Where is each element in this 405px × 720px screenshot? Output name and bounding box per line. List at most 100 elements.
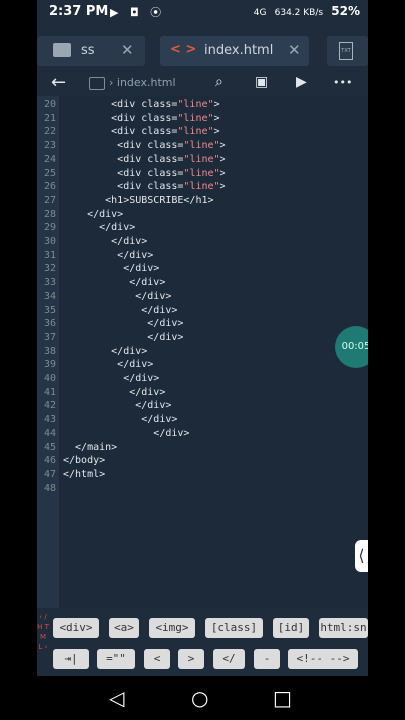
nav-home-icon[interactable]: ○ — [191, 686, 208, 710]
line-number: 21 — [43, 112, 56, 124]
folder-icon[interactable] — [89, 77, 105, 90]
code-text: <div class="line"> — [63, 99, 220, 110]
line-number: 40 — [43, 373, 56, 384]
code-line[interactable]: 42 </div> — [37, 399, 368, 413]
code-text: <div class="line"> — [63, 126, 220, 138]
file-tab-bar: ss ✕ < > index.html ✕ TXT — [37, 24, 368, 72]
code-line[interactable]: 45 </main> — [37, 441, 368, 455]
code-text: </div> — [63, 249, 154, 261]
symbol-dash-button[interactable]: - — [254, 649, 280, 669]
tab-text-file[interactable]: TXT — [327, 36, 368, 66]
code-line[interactable]: 22 <div class="line"> — [37, 125, 368, 139]
line-number: 32 — [43, 263, 56, 275]
line-number: 37 — [43, 331, 56, 343]
symbol-html-snippet-button[interactable]: html:sn — [319, 618, 368, 638]
symbol-tab-button[interactable]: ⇥| — [53, 649, 89, 669]
code-text: </div> — [63, 208, 124, 220]
code-line[interactable]: 46 </body> — [37, 454, 368, 468]
line-number: 43 — [43, 414, 56, 426]
code-line[interactable]: 34 </div> — [37, 290, 368, 304]
tab-previous-file[interactable]: ss ✕ — [37, 36, 145, 66]
code-text: </div> — [63, 345, 148, 357]
breadcrumb[interactable]: › index.html — [109, 76, 176, 89]
line-number: 45 — [43, 441, 56, 453]
code-text: </div> — [63, 304, 178, 316]
symbol-gt-button[interactable]: > — [178, 649, 204, 669]
back-arrow-icon[interactable]: ← — [51, 72, 66, 93]
line-number: 48 — [43, 482, 56, 494]
code-text: </div> — [63, 386, 166, 398]
line-number: 28 — [43, 208, 56, 220]
code-text: </div> — [63, 263, 160, 275]
more-options-icon[interactable]: ••• — [333, 76, 352, 89]
code-text: <div class="line"> — [63, 181, 226, 193]
code-line[interactable]: 33 </div> — [37, 276, 368, 290]
code-line[interactable]: 40 </div> — [37, 372, 368, 386]
symbol-comment-button[interactable]: <!-- --> — [288, 649, 358, 669]
side-drawer-handle[interactable]: ⟨ — [355, 540, 368, 572]
code-line[interactable]: 44 </div> — [37, 427, 368, 441]
code-text: <div class="line"> — [63, 153, 226, 165]
symbol-div-button[interactable]: <div> — [53, 618, 99, 638]
code-line[interactable]: 23 <div class="line"> — [37, 139, 368, 153]
line-number: 44 — [43, 427, 56, 439]
symbol-img-button[interactable]: <img> — [149, 618, 195, 638]
line-number: 47 — [43, 468, 56, 480]
code-line[interactable]: 24 <div class="line"> — [37, 153, 368, 167]
code-line[interactable]: 27 <h1>SUBSCRIBE</h1> — [37, 194, 368, 208]
html-mode-label: ‹ / H T M L › — [37, 613, 49, 651]
code-line[interactable]: 43 </div> — [37, 413, 368, 427]
code-line[interactable]: 28 </div> — [37, 208, 368, 222]
symbol-close-tag-button[interactable]: </ — [213, 649, 245, 669]
line-number: 42 — [43, 400, 56, 412]
code-text: </main> — [63, 441, 118, 453]
line-number: 46 — [43, 455, 56, 467]
code-text: <div class="line"> — [63, 112, 220, 124]
code-line[interactable]: 32 </div> — [37, 262, 368, 276]
nav-back-icon[interactable]: ◁ — [109, 686, 124, 710]
line-number: 39 — [43, 359, 56, 371]
symbol-lt-button[interactable]: < — [144, 649, 170, 669]
code-line[interactable]: 26 <div class="line"> — [37, 180, 368, 194]
code-editor[interactable]: 20 <div class="line"> 21 <div class="line… — [37, 96, 368, 608]
code-line[interactable]: 35 </div> — [37, 304, 368, 318]
line-number: 23 — [43, 140, 56, 152]
code-text: </div> — [63, 222, 136, 234]
line-number: 27 — [43, 194, 56, 206]
code-line[interactable]: 25 <div class="line"> — [37, 167, 368, 181]
nav-recents-icon[interactable]: □ — [273, 686, 292, 710]
code-line[interactable]: 31 </div> — [37, 249, 368, 263]
code-line[interactable]: 38 </div> — [37, 345, 368, 359]
code-line[interactable]: 48 — [37, 482, 368, 496]
symbol-a-button[interactable]: <a> — [109, 618, 139, 638]
folder-icon[interactable] — [53, 43, 71, 57]
symbol-class-button[interactable]: [class] — [205, 618, 263, 638]
code-text: </div> — [63, 400, 172, 412]
tab-index-html[interactable]: < > index.html ✕ — [160, 36, 309, 66]
tab-label: ss — [81, 43, 95, 58]
code-line[interactable]: 21 <div class="line"> — [37, 112, 368, 126]
symbol-id-button[interactable]: [id] — [273, 618, 309, 638]
symbol-attr-button[interactable]: ="" — [97, 649, 135, 669]
close-icon[interactable]: ✕ — [121, 41, 134, 59]
save-icon[interactable]: ▣ — [255, 74, 268, 90]
code-line[interactable]: 37 </div> — [37, 331, 368, 345]
code-icon: < > — [170, 42, 197, 57]
code-text: </div> — [63, 414, 178, 426]
code-line[interactable]: 39 </div> — [37, 358, 368, 372]
battery-level: 52% — [331, 4, 360, 18]
line-number: 35 — [43, 304, 56, 316]
code-line[interactable]: 30 </div> — [37, 235, 368, 249]
code-line[interactable]: 29 </div> — [37, 221, 368, 235]
close-icon[interactable]: ✕ — [288, 41, 301, 59]
line-number: 41 — [43, 386, 56, 398]
code-line[interactable]: 36 </div> — [37, 317, 368, 331]
code-line[interactable]: 47 </html> — [37, 468, 368, 482]
code-line[interactable]: 20 <div class="line"> — [37, 98, 368, 112]
line-number: 25 — [43, 167, 56, 179]
code-line[interactable]: 41 </div> — [37, 386, 368, 400]
search-icon[interactable]: ⌕ — [215, 74, 223, 90]
line-number: 22 — [43, 126, 56, 138]
run-icon[interactable]: ▶ — [296, 74, 307, 90]
line-number: 31 — [43, 249, 56, 261]
